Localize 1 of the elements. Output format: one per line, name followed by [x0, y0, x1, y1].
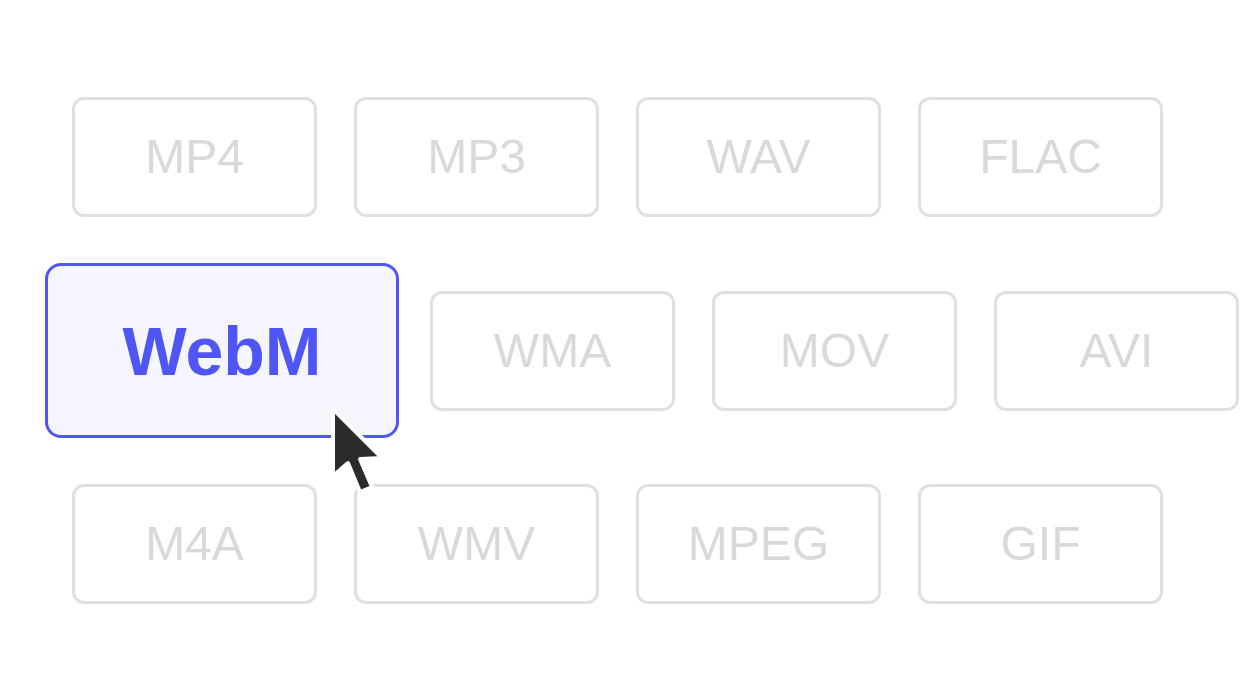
format-option[interactable]: WebM	[45, 263, 399, 438]
